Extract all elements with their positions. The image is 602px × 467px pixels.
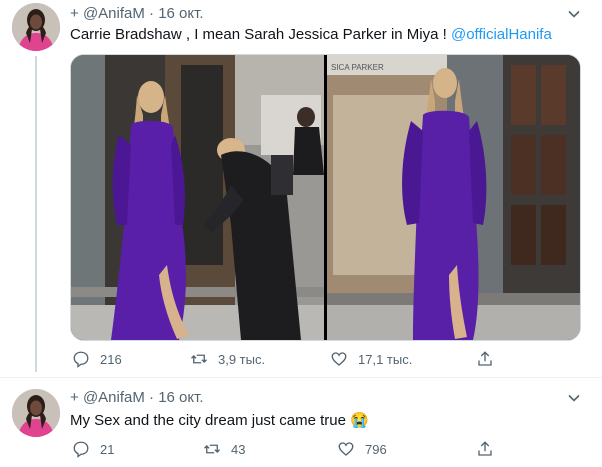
- avatar[interactable]: [12, 3, 60, 51]
- tweet-text: My Sex and the city dream just came true…: [70, 411, 369, 429]
- tweet-date[interactable]: 16 окт.: [158, 389, 203, 406]
- tweet-text: Carrie Bradshaw , I mean Sarah Jessica P…: [70, 26, 552, 43]
- tweet-2[interactable]: + @AnifaM · 16 окт. My Sex and the city …: [0, 378, 600, 467]
- retweet-icon: [191, 354, 207, 364]
- chevron-down-icon[interactable]: [567, 7, 581, 21]
- retweet-button[interactable]: 43: [203, 440, 245, 458]
- tweet-header: + @AnifaM · 16 окт.: [70, 389, 204, 406]
- photo-left[interactable]: [71, 55, 324, 340]
- photo-right[interactable]: SICA PARKER: [327, 55, 580, 340]
- separator: ·: [149, 389, 155, 406]
- tweet-header: + @AnifaM · 16 окт.: [70, 5, 204, 22]
- prefix: +: [70, 5, 79, 22]
- tweet-date[interactable]: 16 окт.: [158, 5, 203, 22]
- reply-count: 21: [100, 441, 115, 457]
- like-button[interactable]: 796: [337, 440, 387, 458]
- avatar-image: [12, 389, 60, 437]
- share-button[interactable]: [476, 350, 494, 368]
- avatar-image: [12, 3, 60, 51]
- thread-line: [35, 56, 37, 372]
- like-count: 796: [365, 441, 387, 457]
- reply-icon: [73, 351, 89, 368]
- media-grid[interactable]: SICA PARKER: [70, 54, 581, 341]
- reply-button[interactable]: 21: [72, 440, 114, 458]
- share-icon: [478, 441, 492, 456]
- separator: ·: [149, 5, 155, 22]
- chevron-down-icon[interactable]: [567, 391, 581, 405]
- mention-link[interactable]: @officialHanifa: [451, 26, 552, 43]
- retweet-icon: [204, 444, 220, 454]
- store-sign-text: SICA PARKER: [331, 63, 384, 72]
- like-icon: [331, 352, 347, 366]
- like-icon: [338, 442, 354, 456]
- reply-button[interactable]: 216: [72, 350, 122, 368]
- reply-icon: [73, 441, 89, 458]
- reply-count: 216: [100, 351, 122, 367]
- user-handle[interactable]: @AnifaM: [83, 5, 145, 22]
- retweet-button[interactable]: 3,9 тыс.: [190, 350, 265, 368]
- retweet-count: 43: [231, 441, 246, 457]
- tweet-body: Carrie Bradshaw , I mean Sarah Jessica P…: [70, 26, 451, 43]
- prefix: +: [70, 389, 79, 406]
- tweet-1[interactable]: + @AnifaM · 16 окт. Carrie Bradshaw , I …: [0, 0, 600, 373]
- like-button[interactable]: 17,1 тыс.: [330, 350, 412, 368]
- avatar[interactable]: [12, 389, 60, 437]
- user-handle[interactable]: @AnifaM: [83, 389, 145, 406]
- crying-face-emoji: 😭: [350, 412, 369, 429]
- like-count: 17,1 тыс.: [358, 351, 413, 367]
- retweet-count: 3,9 тыс.: [218, 351, 266, 367]
- share-icon: [478, 351, 492, 366]
- tweet-body: My Sex and the city dream just came true: [70, 412, 346, 429]
- share-button[interactable]: [476, 440, 494, 458]
